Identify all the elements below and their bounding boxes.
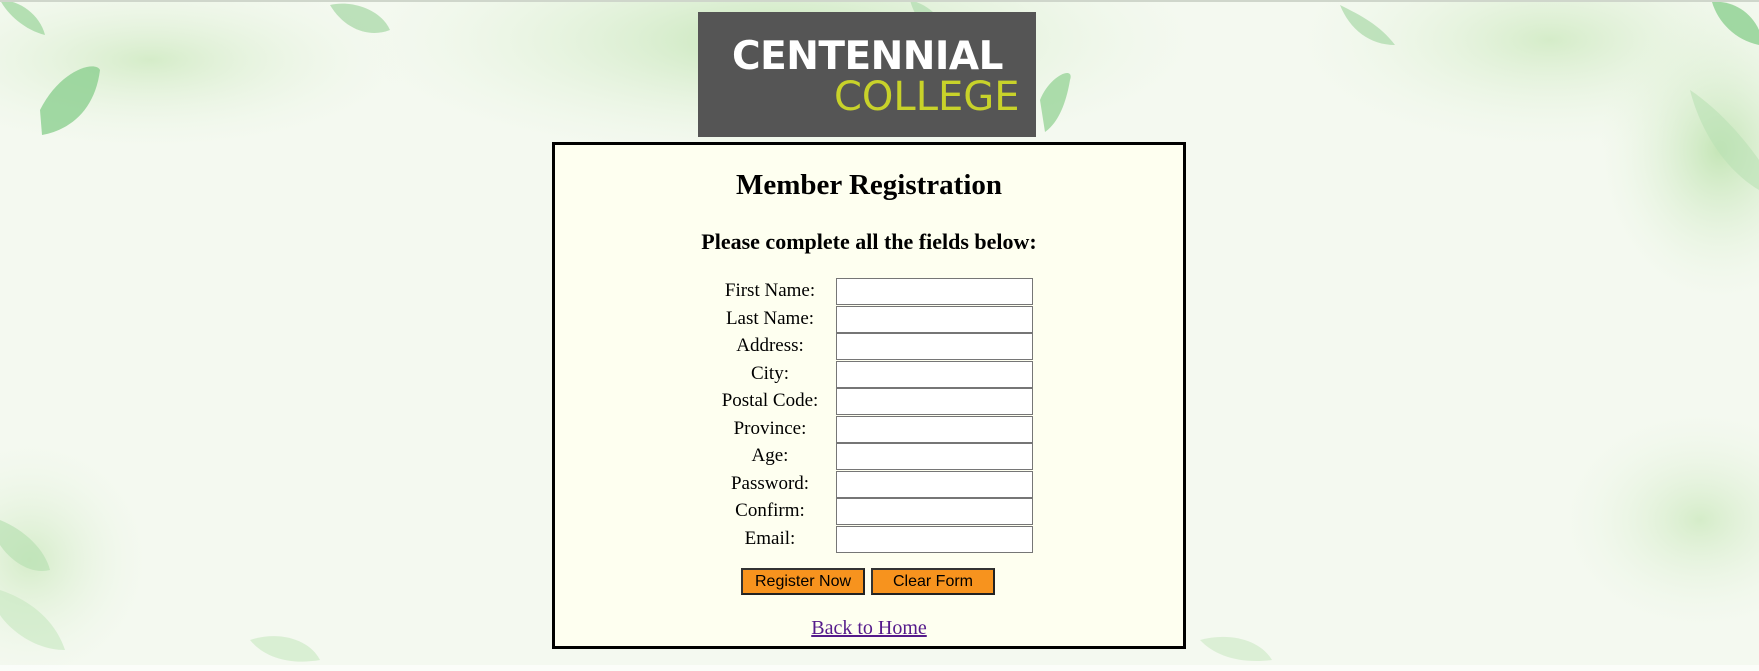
confirm-label: Confirm: bbox=[735, 500, 805, 521]
back-to-home-link[interactable]: Back to Home bbox=[811, 617, 927, 639]
address-label: Address: bbox=[736, 335, 804, 356]
form-row-province: Province: bbox=[705, 415, 1033, 444]
city-input[interactable] bbox=[836, 360, 1033, 388]
top-border bbox=[0, 0, 1759, 2]
city-label: City: bbox=[750, 362, 789, 384]
form-row-address: Address: bbox=[705, 333, 1033, 361]
form-row-email: Email: bbox=[705, 525, 1033, 554]
password-input[interactable] bbox=[836, 470, 1033, 498]
form-row-age: Age: bbox=[705, 443, 1033, 471]
age-label: Age: bbox=[751, 445, 789, 466]
logo-text-primary: CENTENNIAL bbox=[732, 34, 1003, 79]
last-name-label: Last Name: bbox=[725, 307, 815, 329]
form-row-city: City: bbox=[705, 360, 1033, 389]
province-input[interactable] bbox=[836, 415, 1033, 443]
form-row-last-name: Last Name: bbox=[705, 305, 1033, 334]
form-row-postal-code: Postal Code: bbox=[705, 388, 1033, 416]
form-instructions: Please complete all the fields below: bbox=[701, 229, 1037, 254]
form-row-first-name: First Name: bbox=[705, 278, 1033, 306]
first-name-input[interactable] bbox=[836, 278, 1033, 305]
age-input[interactable] bbox=[836, 443, 1033, 470]
province-label: Province: bbox=[733, 417, 807, 439]
postal-code-input[interactable] bbox=[836, 388, 1033, 415]
back-link-container: Back to Home bbox=[555, 617, 1183, 640]
registration-form: First Name: Last Name: Address: City: Po… bbox=[705, 278, 1033, 554]
clear-form-button[interactable]: Clear Form bbox=[871, 568, 995, 595]
form-row-password: Password: bbox=[705, 470, 1033, 499]
form-row-confirm: Confirm: bbox=[705, 498, 1033, 526]
last-name-input[interactable] bbox=[836, 305, 1033, 333]
address-input[interactable] bbox=[836, 333, 1033, 360]
first-name-label: First Name: bbox=[724, 280, 816, 301]
confirm-password-input[interactable] bbox=[836, 498, 1033, 525]
form-buttons: Register Now Clear Form bbox=[741, 568, 1001, 595]
centennial-college-logo: CENTENNIAL COLLEGE bbox=[698, 12, 1036, 137]
password-label: Password: bbox=[730, 472, 810, 494]
logo-text-secondary: COLLEGE bbox=[834, 74, 1020, 120]
bottom-border bbox=[0, 665, 1759, 671]
page-title: Member Registration bbox=[735, 169, 1003, 201]
postal-code-label: Postal Code: bbox=[721, 390, 819, 411]
registration-panel: Member Registration Please complete all … bbox=[552, 142, 1186, 649]
email-label: Email: bbox=[744, 527, 796, 549]
register-now-button[interactable]: Register Now bbox=[741, 568, 865, 595]
email-input[interactable] bbox=[836, 525, 1033, 553]
